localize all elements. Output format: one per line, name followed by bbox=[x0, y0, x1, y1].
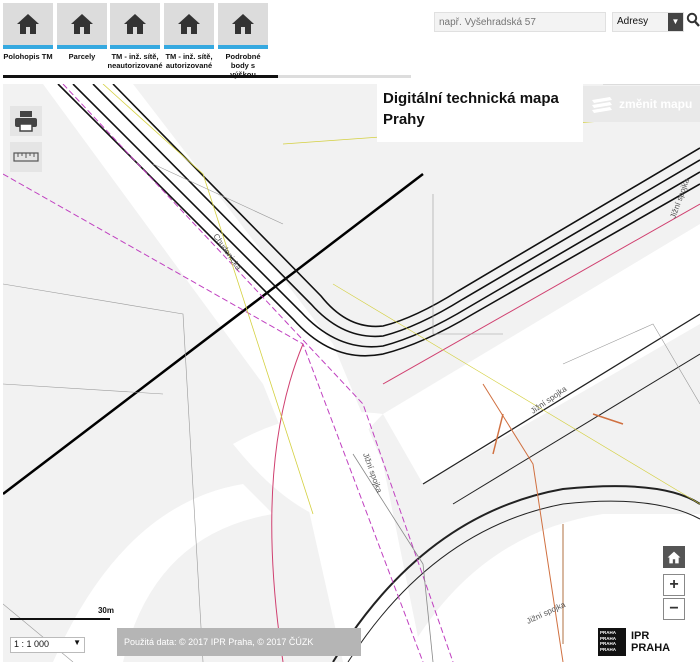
loading-fill bbox=[3, 75, 278, 78]
map-title-box: Digitální technická mapa Prahy bbox=[377, 84, 583, 142]
home-icon bbox=[232, 14, 254, 34]
home-icon bbox=[71, 14, 93, 34]
layer-tile bbox=[3, 3, 53, 45]
layer-button-site-neautorizovane[interactable]: TM - inž. sítě, neautorizované bbox=[107, 3, 163, 75]
scale-bar-label: 30m bbox=[97, 606, 114, 615]
layer-active-bar bbox=[218, 45, 268, 49]
layer-active-bar bbox=[3, 45, 53, 49]
layer-label: TM - inž. sítě, neautorizované bbox=[107, 52, 163, 70]
home-icon bbox=[17, 14, 39, 34]
home-icon bbox=[667, 551, 681, 563]
layer-tile bbox=[218, 3, 268, 45]
chevron-down-icon: ▼ bbox=[668, 13, 683, 31]
ipr-logo[interactable]: PRAHA PRAHA PRAHA PRAHA IPR PRAHA bbox=[598, 628, 671, 656]
print-button[interactable] bbox=[10, 106, 42, 136]
layer-label: Polohopis TM bbox=[3, 52, 53, 61]
change-map-button[interactable]: změnit mapu bbox=[583, 86, 700, 122]
search-icon[interactable] bbox=[686, 12, 700, 28]
layer-button-parcely[interactable]: Parcely bbox=[57, 3, 107, 75]
map-drawing: Chudenická Jižní spojka Jižní spojka Již… bbox=[3, 84, 700, 662]
print-icon bbox=[15, 111, 37, 132]
layer-active-bar bbox=[57, 45, 107, 49]
page-title: Digitální technická mapa Prahy bbox=[383, 90, 559, 128]
logo-seal: PRAHA PRAHA PRAHA PRAHA bbox=[598, 628, 626, 656]
search-type-value: Adresy bbox=[617, 16, 649, 27]
zoom-in-button[interactable]: + bbox=[663, 574, 685, 596]
layer-button-site-autorizovane[interactable]: TM - inž. sítě, autorizované bbox=[164, 3, 214, 75]
scale-value: 1 : 1 000 bbox=[14, 639, 50, 649]
layers-icon bbox=[592, 97, 612, 113]
top-bar: Polohopis TM Parcely TM - inž. sítě, nea… bbox=[0, 0, 700, 84]
layer-label: Parcely bbox=[68, 52, 96, 61]
logo-text: IPR PRAHA bbox=[631, 630, 671, 654]
measure-button[interactable] bbox=[10, 142, 42, 172]
layer-tile bbox=[164, 3, 214, 45]
layer-button-polohopis[interactable]: Polohopis TM bbox=[3, 3, 53, 75]
zoom-out-button[interactable]: − bbox=[663, 598, 685, 620]
chevron-down-icon: ▼ bbox=[73, 638, 81, 647]
layer-active-bar bbox=[164, 45, 214, 49]
home-icon bbox=[124, 14, 146, 34]
layer-button-podrobne-body[interactable]: Podrobné body s výškou bbox=[218, 3, 268, 79]
layer-tile bbox=[57, 3, 107, 45]
scale-bar-line bbox=[10, 618, 110, 620]
scale-bar: 30m bbox=[10, 606, 114, 622]
layer-label: TM - inž. sítě, autorizované bbox=[165, 52, 213, 70]
layer-tile bbox=[110, 3, 160, 45]
scale-select[interactable]: 1 : 1 000 ▼ bbox=[10, 637, 85, 653]
home-extent-button[interactable] bbox=[663, 546, 685, 568]
search-type-select[interactable]: Adresy ▼ bbox=[612, 12, 684, 32]
home-icon bbox=[178, 14, 200, 34]
layer-loading-bar bbox=[3, 75, 411, 78]
attribution: Použitá data: © 2017 IPR Praha, © 2017 Č… bbox=[117, 628, 361, 656]
search-input[interactable] bbox=[434, 12, 606, 32]
change-map-label: změnit mapu bbox=[619, 97, 693, 111]
layer-active-bar bbox=[110, 45, 160, 49]
map-canvas[interactable]: Chudenická Jižní spojka Jižní spojka Již… bbox=[3, 84, 700, 662]
ruler-icon bbox=[13, 152, 39, 162]
